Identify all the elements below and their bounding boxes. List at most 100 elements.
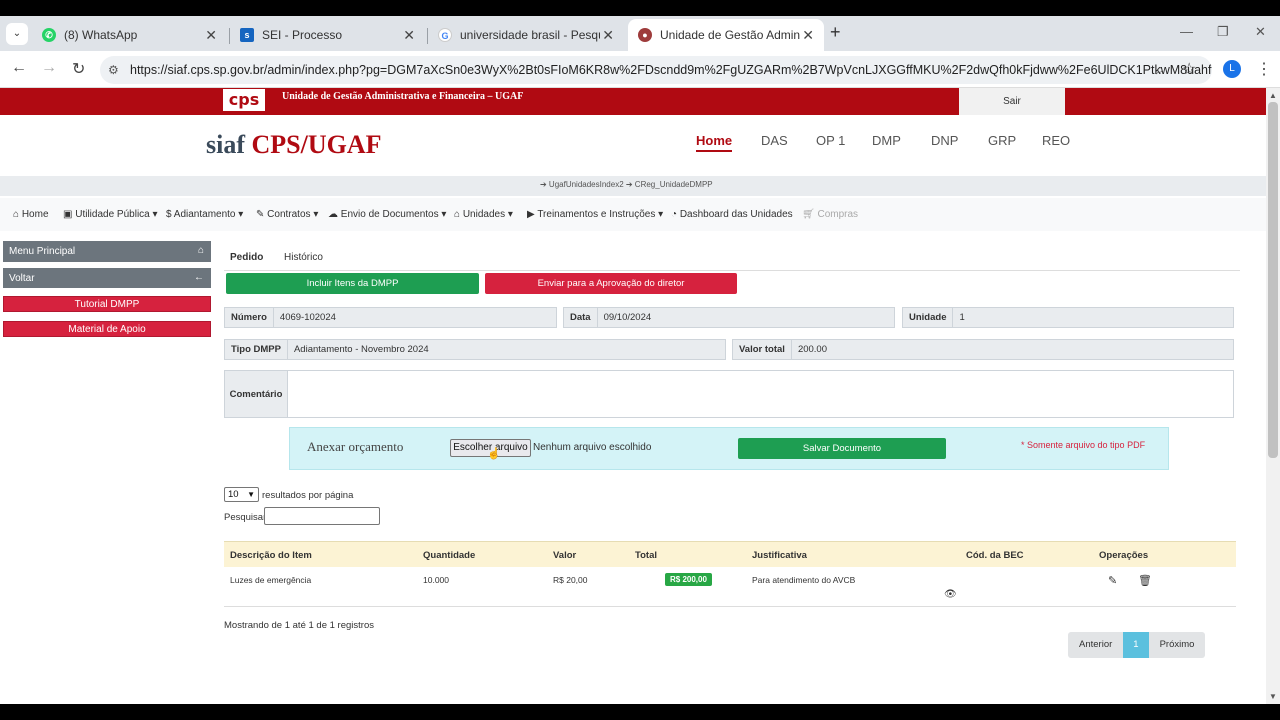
view-eye-icon[interactable]: 👁︎ <box>944 589 957 600</box>
site-brand[interactable]: siaf CPS/UGAF <box>206 130 382 160</box>
col-cod-bec[interactable]: Cód. da BEC <box>966 550 1024 561</box>
col-valor[interactable]: Valor <box>553 550 576 561</box>
restore-icon[interactable]: ❐ <box>1217 24 1229 40</box>
menu-principal-button[interactable]: Menu Principal ⌂ <box>3 241 211 262</box>
nav-reo[interactable]: REO <box>1042 133 1070 148</box>
menu-label: Dashboard das Unidades <box>679 209 793 220</box>
close-window-icon[interactable]: ✕ <box>1255 24 1266 40</box>
whatsapp-icon: ✆ <box>42 28 56 42</box>
youtube-icon: ▶ <box>527 209 535 220</box>
forward-arrow-icon[interactable]: → <box>41 59 57 77</box>
cell-total-badge: R$ 200,00 <box>665 573 712 586</box>
col-total[interactable]: Total <box>635 550 657 561</box>
field-value: Adiantamento - Novembro 2024 <box>293 344 429 355</box>
page-length-label: resultados por página <box>262 490 354 501</box>
tab-pedido[interactable]: Pedido <box>230 252 263 263</box>
breadcrumb-bar: ➔ UgafUnidadesIndex2 ➔ CReg_UnidadeDMPP <box>0 176 1266 196</box>
tab-close-icon[interactable]: ✕ <box>602 27 614 44</box>
caret-down-icon: ▾ <box>507 209 513 220</box>
search-input[interactable] <box>264 507 380 525</box>
tab-historico[interactable]: Histórico <box>284 252 323 263</box>
bookmark-star-icon[interactable]: ☆ <box>1182 59 1196 79</box>
table-row: Luzes de emergência 10.000 R$ 20,00 R$ 2… <box>224 567 1236 607</box>
nav-op1[interactable]: OP 1 <box>816 133 845 148</box>
nav-grp[interactable]: GRP <box>988 133 1016 148</box>
top-letterbox <box>0 0 1280 16</box>
new-tab-plus-icon[interactable]: + <box>830 22 841 43</box>
comentario-field[interactable]: Comentário <box>224 370 1234 418</box>
tab-close-icon[interactable]: ✕ <box>403 27 415 44</box>
pagination-next[interactable]: Próximo <box>1148 632 1206 658</box>
material-apoio-button[interactable]: Material de Apoio <box>3 321 211 337</box>
menu-adiantamento[interactable]: $ Adiantamento ▾ <box>166 209 243 220</box>
no-file-text: Nenhum arquivo escolhido <box>533 442 652 453</box>
pagination-prev[interactable]: Anterior <box>1068 632 1124 658</box>
tab-sei[interactable]: s SEI - Processo ✕ <box>230 19 425 51</box>
tab-label: (8) WhatsApp <box>64 28 138 42</box>
url-input[interactable]: ⚙ https://siaf.cps.sp.gov.br/admin/index… <box>100 56 1212 84</box>
tab-strip: ⌄ ✆ (8) WhatsApp ✕ s SEI - Processo ✕ G … <box>0 16 1280 51</box>
menu-unidades[interactable]: ⌂ Unidades ▾ <box>454 209 513 220</box>
site-settings-icon[interactable]: ⚙ <box>108 63 119 77</box>
menu-contratos[interactable]: ✎ Contratos ▾ <box>256 209 318 220</box>
tab-ugaf-active[interactable]: ● Unidade de Gestão Administrat ✕ <box>628 19 824 51</box>
voltar-button[interactable]: Voltar ← <box>3 268 211 288</box>
sei-icon: s <box>240 28 254 42</box>
tab-close-icon[interactable]: ✕ <box>802 27 814 44</box>
site-top-bar: cps Unidade de Gestão Administrativa e F… <box>0 88 1266 115</box>
pagination-page-1[interactable]: 1 <box>1123 632 1149 658</box>
menu-dashboard[interactable]: ◔ Dashboard das Unidades <box>671 209 793 220</box>
menu-utilidade-publica[interactable]: ▣ Utilidade Pública ▾ <box>63 209 158 220</box>
tab-google-search[interactable]: G universidade brasil - Pesquisa G ✕ <box>428 19 624 51</box>
nav-home[interactable]: Home <box>696 133 733 152</box>
trash-icon[interactable]: 🗑︎ <box>1138 574 1152 587</box>
brand-suffix: CPS/UGAF <box>251 130 382 159</box>
tab-search-chevron-icon[interactable]: ⌄ <box>6 23 28 45</box>
logout-button[interactable]: Sair <box>959 88 1065 115</box>
numero-field: Número 4069-102024 <box>224 307 557 328</box>
menu-home[interactable]: ⌂ Home <box>13 209 49 220</box>
main-menu: ⌂ Home ▣ Utilidade Pública ▾ $ Adiantame… <box>0 198 1266 231</box>
nav-das[interactable]: DAS <box>761 133 788 148</box>
caret-down-icon: ▾ <box>313 209 319 220</box>
profile-avatar[interactable]: L <box>1223 60 1241 78</box>
tab-whatsapp[interactable]: ✆ (8) WhatsApp ✕ <box>32 19 227 51</box>
tab-close-icon[interactable]: ✕ <box>205 27 217 44</box>
tab-label: universidade brasil - Pesquisa G <box>460 28 600 42</box>
breadcrumb[interactable]: ➔ UgafUnidadesIndex2 ➔ CReg_UnidadeDMPP <box>540 180 713 189</box>
scroll-up-icon[interactable]: ▲ <box>1269 91 1277 100</box>
col-operacoes[interactable]: Operações <box>1099 550 1148 561</box>
enviar-aprovacao-button[interactable]: Enviar para a Aprovação do diretor <box>485 273 737 294</box>
caret-down-icon: ▾ <box>441 209 447 220</box>
page-scrollbar[interactable]: ▲ ▼ <box>1266 88 1280 704</box>
menu-compras[interactable]: 🛒︎ Compras <box>802 209 858 220</box>
field-label: Data <box>564 308 598 327</box>
incluir-itens-button[interactable]: Incluir Itens da DMPP <box>226 273 479 294</box>
cart-icon: 🛒︎ <box>802 209 815 220</box>
menu-envio-documentos[interactable]: ☁ Envio de Documentos ▾ <box>328 209 446 220</box>
tutorial-dmpp-button[interactable]: Tutorial DMPP <box>3 296 211 312</box>
scrollbar-thumb[interactable] <box>1268 102 1278 458</box>
minimize-icon[interactable]: — <box>1180 24 1193 39</box>
browser-menu-icon[interactable]: ⋮ <box>1256 59 1272 79</box>
col-justificativa[interactable]: Justificativa <box>752 550 807 561</box>
nav-dnp[interactable]: DNP <box>931 133 958 148</box>
edit-icon[interactable]: ✎ <box>1108 574 1117 587</box>
zoom-magnifier-icon[interactable]: ⌕ <box>1156 61 1164 78</box>
back-arrow-icon[interactable]: ← <box>11 59 27 77</box>
menu-label: $ Adiantamento <box>166 209 236 220</box>
nav-dmp[interactable]: DMP <box>872 133 901 148</box>
search-label: Pesquisar <box>224 512 267 523</box>
pagination: Anterior 1 Próximo <box>1068 632 1206 658</box>
scroll-down-icon[interactable]: ▼ <box>1269 692 1277 701</box>
col-quantidade[interactable]: Quantidade <box>423 550 475 561</box>
salvar-documento-button[interactable]: Salvar Documento <box>738 438 946 459</box>
wrench-icon: ✎ <box>256 209 265 220</box>
col-descricao[interactable]: Descrição do Item <box>230 550 312 561</box>
reload-icon[interactable]: ↻ <box>72 59 85 79</box>
menu-label: Contratos <box>267 209 311 220</box>
menu-label: Envio de Documentos <box>340 209 439 220</box>
page-length-select[interactable]: 10 ▼ <box>224 487 259 502</box>
menu-treinamentos[interactable]: ▶ Treinamentos e Instruções ▾ <box>527 209 663 220</box>
menu-label: Compras <box>817 209 859 220</box>
